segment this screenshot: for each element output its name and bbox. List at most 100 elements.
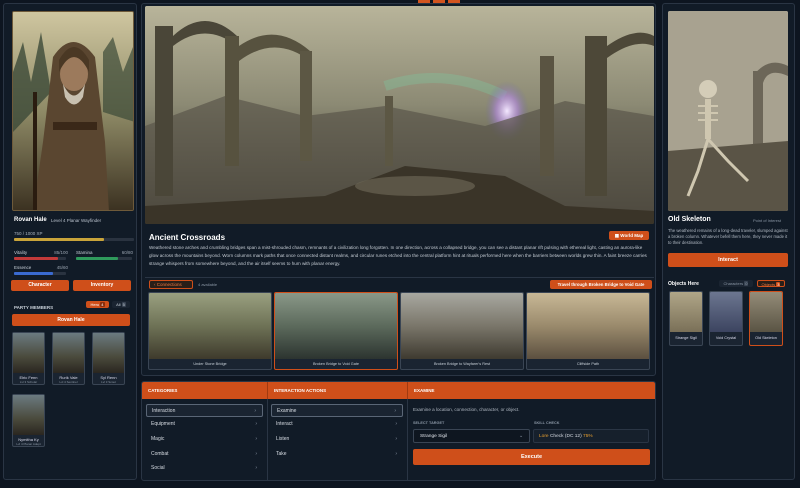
- connection-card[interactable]: Cliffside Path: [526, 292, 650, 370]
- party-member-card[interactable]: Rurik Vale Lvl 4 Sentinel: [52, 332, 85, 385]
- skill-check-label: SKILL CHECK: [534, 421, 560, 425]
- hero-pill-count: 4: [100, 302, 105, 307]
- object-card[interactable]: Void Crystal: [709, 291, 743, 346]
- examine-header: EXAMINE: [407, 382, 655, 399]
- chevron-down-icon: ⌄: [518, 434, 523, 439]
- chevron-right-icon: ›: [395, 436, 397, 442]
- connections-tab-label: Connections: [156, 282, 182, 287]
- action-take[interactable]: Take ›: [271, 448, 403, 461]
- target-select[interactable]: Strange Sigil ⌄: [413, 429, 530, 443]
- chevron-right-icon: ›: [395, 421, 397, 427]
- column-divider: [407, 399, 408, 480]
- category-label: Combat: [151, 451, 169, 457]
- xp-text: 750 / 1000 XP: [14, 231, 43, 236]
- vitality-fill: [14, 257, 59, 260]
- objects-pill-label: Objects: [761, 282, 776, 287]
- execute-button[interactable]: Execute: [413, 449, 650, 465]
- vitality-bar: [14, 257, 66, 260]
- all-pill-count: 5: [121, 302, 126, 307]
- actions-panel: CATEGORIES INTERACTION ACTIONS EXAMINE I…: [141, 381, 656, 481]
- objects-title: Objects Here: [668, 281, 699, 287]
- object-image: [710, 292, 742, 332]
- hero-filter-pill[interactable]: Hero 4: [86, 301, 109, 308]
- stamina-value: 60/80: [121, 250, 133, 255]
- characters-filter-pill[interactable]: Characters 0: [719, 280, 753, 287]
- chevron-right-icon: ›: [394, 408, 396, 414]
- interact-button[interactable]: Interact: [668, 253, 788, 267]
- travel-button[interactable]: Travel through Broken Bridge to Void Gat…: [550, 280, 652, 289]
- select-target-label: SELECT TARGET: [413, 421, 445, 425]
- character-portrait: [12, 11, 134, 211]
- target-description: The weathered remains of a long-dead tra…: [668, 228, 788, 245]
- xp-bar: [14, 238, 134, 241]
- category-label: Social: [151, 465, 165, 471]
- connection-card[interactable]: Under Stone Bridge: [148, 292, 272, 370]
- member-level: Lvl 3 Scout: [101, 380, 116, 384]
- chevron-right-icon: ›: [255, 451, 257, 457]
- category-combat[interactable]: Combat ›: [146, 448, 263, 461]
- member-portrait: [93, 333, 124, 373]
- essence-value: 45/60: [56, 265, 68, 270]
- action-label: Interact: [276, 421, 293, 427]
- target-select-value: Strange Sigil: [420, 434, 448, 439]
- connection-label: Broken Bridge to Void Gate: [312, 362, 359, 366]
- skill-check-text: Check (DC 12): [549, 434, 582, 439]
- category-magic[interactable]: Magic ›: [146, 433, 263, 446]
- objects-filter-pill[interactable]: Objects 3: [757, 280, 785, 287]
- character-button[interactable]: Character: [11, 280, 69, 291]
- category-label: Magic: [151, 436, 165, 442]
- examine-description: Examine a location, connection, characte…: [413, 407, 520, 412]
- party-leader-button[interactable]: Rovan Hale: [12, 314, 130, 326]
- category-equipment[interactable]: Equipment ›: [146, 418, 263, 431]
- stamina-fill: [76, 257, 118, 260]
- target-tag: Point of Interest: [753, 218, 782, 223]
- party-member-card[interactable]: Nymitha Ky Lvl 4 Planar Adept: [12, 394, 45, 447]
- characters-pill-count: 0: [744, 281, 749, 286]
- stamina-bar: [76, 257, 132, 260]
- vitality-label: Vitality: [14, 250, 28, 255]
- action-label: Take: [276, 451, 287, 457]
- connection-label: Under Stone Bridge: [193, 362, 227, 366]
- action-label: Listen: [276, 436, 290, 442]
- party-member-card[interactable]: Syl Renn Lvl 3 Scout: [92, 332, 125, 385]
- all-filter-pill[interactable]: All 5: [112, 301, 130, 308]
- skill-chance: 75%: [583, 434, 593, 439]
- member-level: Lvl 3 Scholar: [19, 380, 38, 384]
- connections-tab[interactable]: ‹ Connections: [149, 280, 193, 289]
- connection-image: [149, 293, 271, 359]
- vitality-value: 85/100: [54, 250, 68, 255]
- connection-image: [275, 293, 397, 359]
- connection-image: [401, 293, 523, 359]
- object-name: Void Crystal: [715, 336, 737, 340]
- object-card[interactable]: Strange Sigil: [669, 291, 703, 346]
- connection-card[interactable]: Broken Bridge to Void Gate: [274, 292, 398, 370]
- location-panel: Ancient Crossroads ▦ World Map Weathered…: [141, 3, 656, 376]
- party-member-card[interactable]: Elric Fenn Lvl 3 Scholar: [12, 332, 45, 385]
- action-interact[interactable]: Interact ›: [271, 418, 403, 431]
- character-panel: Rovan Hale Level 4 Planar Wayfinder 750 …: [3, 3, 137, 480]
- connection-label: Broken Bridge to Wayfarer's Rest: [433, 362, 491, 366]
- target-image: [668, 11, 788, 211]
- inventory-button[interactable]: Inventory: [73, 280, 131, 291]
- target-name: Old Skeleton: [668, 216, 711, 223]
- category-interaction[interactable]: Interaction ›: [146, 404, 263, 417]
- category-label: Interaction: [152, 408, 176, 414]
- essence-fill: [14, 272, 53, 275]
- object-card[interactable]: Old Skeleton: [749, 291, 783, 346]
- world-map-button[interactable]: ▦ World Map: [609, 231, 649, 240]
- column-divider: [267, 399, 268, 480]
- action-listen[interactable]: Listen ›: [271, 433, 403, 446]
- action-examine[interactable]: Examine ›: [271, 404, 403, 417]
- character-class: Level 4 Planar Wayfinder: [51, 218, 102, 223]
- member-portrait: [13, 395, 44, 435]
- category-social[interactable]: Social ›: [146, 462, 263, 475]
- connections-count: 4 available: [198, 282, 218, 287]
- connection-card[interactable]: Broken Bridge to Wayfarer's Rest: [400, 292, 524, 370]
- hero-pill-label: Hero: [90, 302, 100, 307]
- chevron-right-icon: ›: [255, 421, 257, 427]
- target-panel: Old Skeleton Point of Interest The weath…: [662, 3, 795, 480]
- interaction-actions-header: INTERACTION ACTIONS: [267, 382, 407, 399]
- character-name: Rovan Hale: [14, 217, 47, 223]
- xp-fill: [14, 238, 104, 241]
- member-portrait: [53, 333, 84, 373]
